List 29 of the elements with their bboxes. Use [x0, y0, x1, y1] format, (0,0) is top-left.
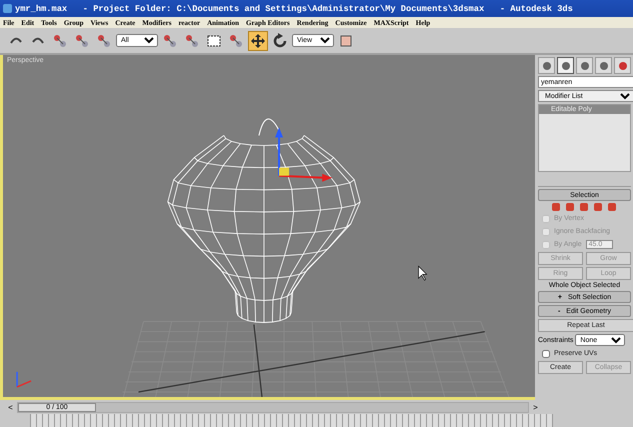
subobject-level-icon[interactable] [552, 203, 560, 211]
next-frame-button[interactable]: > [531, 402, 540, 412]
create-tab[interactable] [538, 57, 555, 74]
move-icon [250, 32, 266, 48]
dot-icon [560, 60, 572, 72]
app-icon [3, 4, 12, 13]
move-button[interactable] [248, 30, 268, 50]
subobject-level-icon[interactable] [594, 203, 602, 211]
motion-tab[interactable] [595, 57, 612, 74]
scale-icon [338, 32, 354, 48]
rectangle-icon [206, 32, 222, 48]
subobject-level-icon[interactable] [566, 203, 574, 211]
modify-tab[interactable] [557, 57, 574, 74]
link-icon [52, 32, 68, 48]
dot-icon [616, 60, 628, 72]
subobject-level-icon[interactable] [608, 203, 616, 211]
transform-gizmo-drawing [275, 127, 332, 182]
axis-tripod-icon [16, 372, 32, 388]
previous-frame-button[interactable]: < [6, 402, 15, 412]
dot-icon [598, 60, 610, 72]
checkbox[interactable] [542, 350, 550, 358]
hierarchy-tab[interactable] [576, 57, 593, 74]
window-title: ymr_hm.max - Project Folder: C:\Documents and Settings\Administrator\My Documents\3dsmax - Autodesk 3ds [15, 4, 573, 14]
mouse-cursor-icon [418, 266, 428, 281]
dot-icon [578, 60, 590, 72]
dot-icon [540, 60, 552, 72]
rotate-icon [272, 32, 288, 48]
display-tab[interactable] [614, 57, 631, 74]
subobject-level-icon[interactable] [580, 203, 588, 211]
